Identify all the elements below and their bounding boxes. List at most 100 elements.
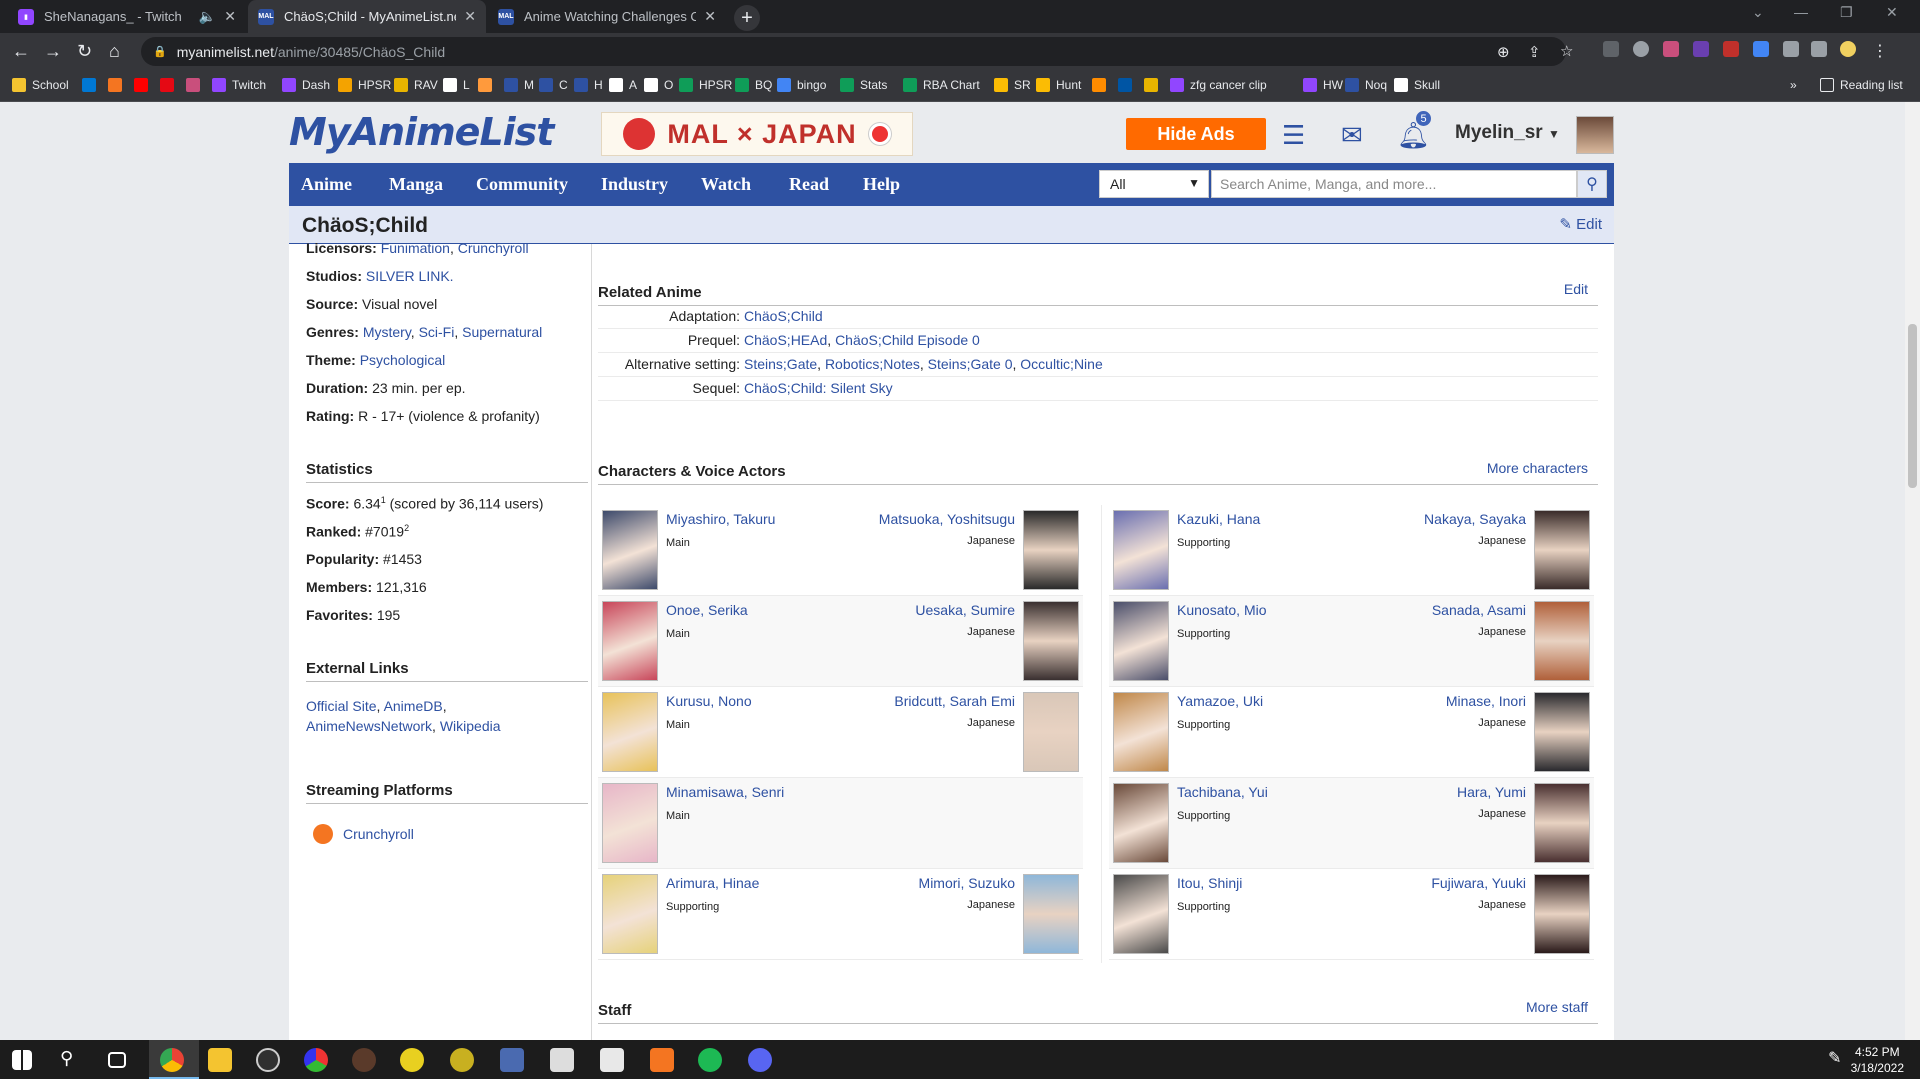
voice-actor-link[interactable]: Nakaya, Sayaka (1424, 511, 1526, 527)
lock-icon[interactable]: 🔒 (153, 45, 167, 58)
nav-anime[interactable]: Anime (301, 174, 352, 195)
related-link[interactable]: Occultic;Nine (1020, 356, 1102, 372)
related-link[interactable]: Steins;Gate 0 (928, 356, 1013, 372)
restore-button[interactable]: ❐ (1840, 4, 1853, 21)
bookmark-item[interactable] (1092, 78, 1112, 92)
bookmark-item[interactable] (108, 78, 128, 92)
theme-link[interactable]: Psychological (360, 352, 446, 368)
edit-title-link[interactable]: ✎ Edit (1559, 215, 1602, 233)
related-link[interactable]: Robotics;Notes (825, 356, 920, 372)
bookmark-item[interactable]: O (644, 78, 673, 92)
character-image[interactable] (602, 874, 658, 954)
voice-actor-image[interactable] (1534, 783, 1590, 863)
character-name-link[interactable]: Kurusu, Nono (666, 693, 752, 709)
close-window-button[interactable]: ✕ (1886, 4, 1898, 21)
obs-icon[interactable] (256, 1048, 280, 1072)
character-name-link[interactable]: Minamisawa, Senri (666, 784, 784, 800)
bookmark-item[interactable]: A (609, 78, 637, 92)
bookmark-item[interactable]: Noq (1345, 78, 1387, 92)
external-link[interactable]: Wikipedia (440, 718, 501, 734)
character-name-link[interactable]: Kunosato, Mio (1177, 602, 1267, 618)
streaming-platform[interactable]: Crunchyroll (313, 824, 414, 844)
app-icon[interactable] (352, 1048, 376, 1072)
nav-read[interactable]: Read (789, 174, 829, 195)
character-name-link[interactable]: Arimura, Hinae (666, 875, 759, 891)
bookmark-item[interactable]: School (12, 78, 69, 92)
avatar[interactable] (1576, 116, 1614, 154)
bookmark-item[interactable] (82, 78, 102, 92)
bookmark-item[interactable] (160, 78, 180, 92)
voice-actor-image[interactable] (1023, 601, 1079, 681)
system-clock[interactable]: 4:52 PM 3/18/2022 (1851, 1044, 1904, 1076)
tab-close-icon[interactable]: ✕ (224, 8, 236, 25)
app-icon[interactable] (304, 1048, 328, 1072)
bookmark-item[interactable]: Dash (282, 78, 330, 92)
app-icon[interactable] (500, 1048, 524, 1072)
nav-watch[interactable]: Watch (701, 174, 751, 195)
bookmark-item[interactable] (186, 78, 206, 92)
browser-tab-mal[interactable]: MAL ChäoS;Child - MyAnimeList.net ✕ (248, 0, 486, 33)
character-image[interactable] (1113, 783, 1169, 863)
search-category-select[interactable]: All ▼ (1099, 170, 1209, 198)
bookmark-item[interactable]: SR (994, 78, 1031, 92)
back-arrow-icon[interactable]: ← (12, 41, 30, 62)
app-icon[interactable] (650, 1048, 674, 1072)
spotify-icon[interactable] (698, 1048, 722, 1072)
character-name-link[interactable]: Itou, Shinji (1177, 875, 1242, 891)
character-image[interactable] (1113, 692, 1169, 772)
bookmark-item[interactable]: RBA Chart (903, 78, 980, 92)
bookmark-item[interactable] (1144, 78, 1164, 92)
character-image[interactable] (1113, 874, 1169, 954)
bookmark-item[interactable]: bingo (777, 78, 826, 92)
extension-icon[interactable] (1723, 41, 1739, 57)
related-link[interactable]: Steins;Gate (744, 356, 817, 372)
app-icon[interactable] (450, 1048, 474, 1072)
voice-actor-link[interactable]: Minase, Inori (1446, 693, 1526, 709)
windows-start-icon[interactable] (12, 1050, 32, 1070)
minimize-button[interactable]: — (1794, 4, 1808, 20)
nav-industry[interactable]: Industry (601, 174, 668, 195)
genre-link[interactable]: Mystery (363, 324, 411, 340)
search-input[interactable]: Search Anime, Manga, and more... (1211, 170, 1577, 198)
character-name-link[interactable]: Tachibana, Yui (1177, 784, 1268, 800)
bookmark-item[interactable]: zfg cancer clip (1170, 78, 1267, 92)
browser-tab-challenges[interactable]: MAL Anime Watching Challenges Clu... ✕ (488, 0, 726, 33)
app-icon[interactable] (400, 1048, 424, 1072)
search-icon[interactable]: ⚲ (60, 1048, 84, 1072)
voice-actor-link[interactable]: Hara, Yumi (1457, 784, 1526, 800)
voice-actor-link[interactable]: Uesaka, Sumire (915, 602, 1015, 618)
voice-actor-link[interactable]: Sanada, Asami (1432, 602, 1526, 618)
mal-japan-banner[interactable]: MAL × JAPAN (601, 112, 913, 156)
bookmark-item[interactable]: Twitch (212, 78, 266, 92)
character-name-link[interactable]: Miyashiro, Takuru (666, 511, 775, 527)
extension-icon[interactable] (1753, 41, 1769, 57)
character-image[interactable] (1113, 510, 1169, 590)
licensor-link[interactable]: Crunchyroll (458, 240, 529, 256)
bookmark-item[interactable]: HPSR (679, 78, 732, 92)
list-icon[interactable]: ☰ (1282, 120, 1305, 151)
profile-avatar-icon[interactable] (1840, 41, 1856, 57)
bookmark-item[interactable]: HPSR (338, 78, 391, 92)
extension-icon[interactable] (1663, 41, 1679, 57)
forward-arrow-icon[interactable]: → (44, 41, 62, 62)
related-link[interactable]: ChäoS;Child (744, 308, 823, 324)
scrollbar-thumb[interactable] (1908, 324, 1917, 488)
bookmark-item[interactable] (478, 78, 498, 92)
mal-logo[interactable]: MyAnimeList (289, 110, 554, 154)
menu-kebab-icon[interactable]: ⋮ (1872, 41, 1888, 60)
tab-search-icon[interactable]: ⌄ (1752, 4, 1764, 21)
character-name-link[interactable]: Kazuki, Hana (1177, 511, 1260, 527)
related-link[interactable]: ChäoS;Child Episode 0 (835, 332, 980, 348)
voice-actor-image[interactable] (1534, 510, 1590, 590)
file-explorer-icon[interactable] (208, 1048, 232, 1072)
character-image[interactable] (602, 783, 658, 863)
external-link[interactable]: AnimeNewsNetwork (306, 718, 432, 734)
extension-icon[interactable] (1693, 41, 1709, 57)
related-link[interactable]: ChäoS;Child: Silent Sky (744, 380, 893, 396)
more-staff-link[interactable]: More staff (1526, 999, 1588, 1015)
voice-actor-link[interactable]: Bridcutt, Sarah Emi (894, 693, 1015, 709)
voice-actor-image[interactable] (1023, 874, 1079, 954)
new-tab-button[interactable]: + (734, 5, 760, 31)
voice-actor-image[interactable] (1534, 874, 1590, 954)
voice-actor-image[interactable] (1023, 692, 1079, 772)
